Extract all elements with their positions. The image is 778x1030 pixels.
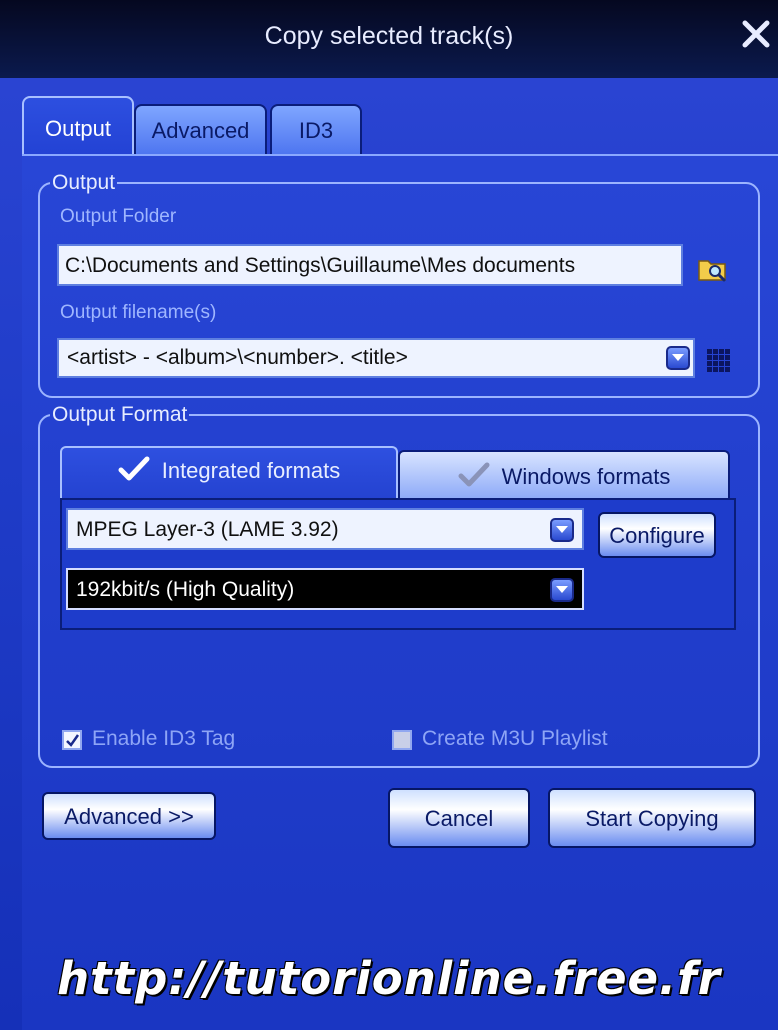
filename-dropdown-button[interactable] xyxy=(666,346,690,370)
start-copying-button[interactable]: Start Copying xyxy=(548,788,756,848)
copy-tracks-dialog: Copy selected track(s) Output Advanced I… xyxy=(0,0,778,1030)
encoder-dropdown-button[interactable] xyxy=(550,518,574,542)
advanced-toggle-button[interactable]: Advanced >> xyxy=(42,792,216,840)
watermark-url: http://tutorionline.free.fr xyxy=(57,952,721,1005)
enable-id3-checkbox[interactable] xyxy=(62,730,82,750)
tab-windows-formats[interactable]: Windows formats xyxy=(398,450,730,500)
output-format-legend: Output Format xyxy=(52,403,188,426)
pattern-grid-icon[interactable] xyxy=(706,348,732,374)
integrated-formats-label: Integrated formats xyxy=(161,458,341,483)
bitrate-combo[interactable]: 192kbit/s (High Quality) xyxy=(66,568,584,610)
output-filename-label: Output filename(s) xyxy=(60,302,217,323)
output-folder-input[interactable]: C:\Documents and Settings\Guillaume\Mes … xyxy=(57,244,683,286)
output-filename-value: <artist> - <album>\<number>. <title> xyxy=(67,346,408,369)
tab-id3[interactable]: ID3 xyxy=(270,104,362,154)
bitrate-value: 192kbit/s (High Quality) xyxy=(76,578,295,601)
enable-id3-label: Enable ID3 Tag xyxy=(92,727,236,750)
folder-search-icon[interactable] xyxy=(698,254,728,282)
encoder-value: MPEG Layer-3 (LAME 3.92) xyxy=(76,518,339,541)
checkmark-icon xyxy=(458,462,490,487)
create-m3u-checkbox[interactable] xyxy=(392,730,412,750)
windows-formats-label: Windows formats xyxy=(501,464,671,489)
bitrate-dropdown-button[interactable] xyxy=(550,578,574,602)
tab-output[interactable]: Output xyxy=(22,96,134,156)
tab-integrated-formats[interactable]: Integrated formats xyxy=(60,446,398,500)
output-group-legend: Output xyxy=(52,171,116,194)
title-bar: Copy selected track(s) xyxy=(0,0,778,78)
output-tab-panel: Output Output Folder C:\Documents and Se… xyxy=(22,154,778,1030)
cancel-button[interactable]: Cancel xyxy=(388,788,530,848)
output-filename-combo[interactable]: <artist> - <album>\<number>. <title> xyxy=(57,338,695,378)
checkmark-icon xyxy=(118,456,150,481)
window-title: Copy selected track(s) xyxy=(264,22,514,50)
configure-button[interactable]: Configure xyxy=(598,512,716,558)
close-icon[interactable] xyxy=(740,18,772,50)
dialog-content: Output Advanced ID3 Output Output Folder… xyxy=(0,78,778,1030)
tab-advanced[interactable]: Advanced xyxy=(134,104,267,154)
checkmark-icon xyxy=(66,734,80,747)
output-folder-label: Output Folder xyxy=(60,206,177,227)
encoder-combo[interactable]: MPEG Layer-3 (LAME 3.92) xyxy=(66,508,584,550)
create-m3u-label: Create M3U Playlist xyxy=(422,727,608,750)
